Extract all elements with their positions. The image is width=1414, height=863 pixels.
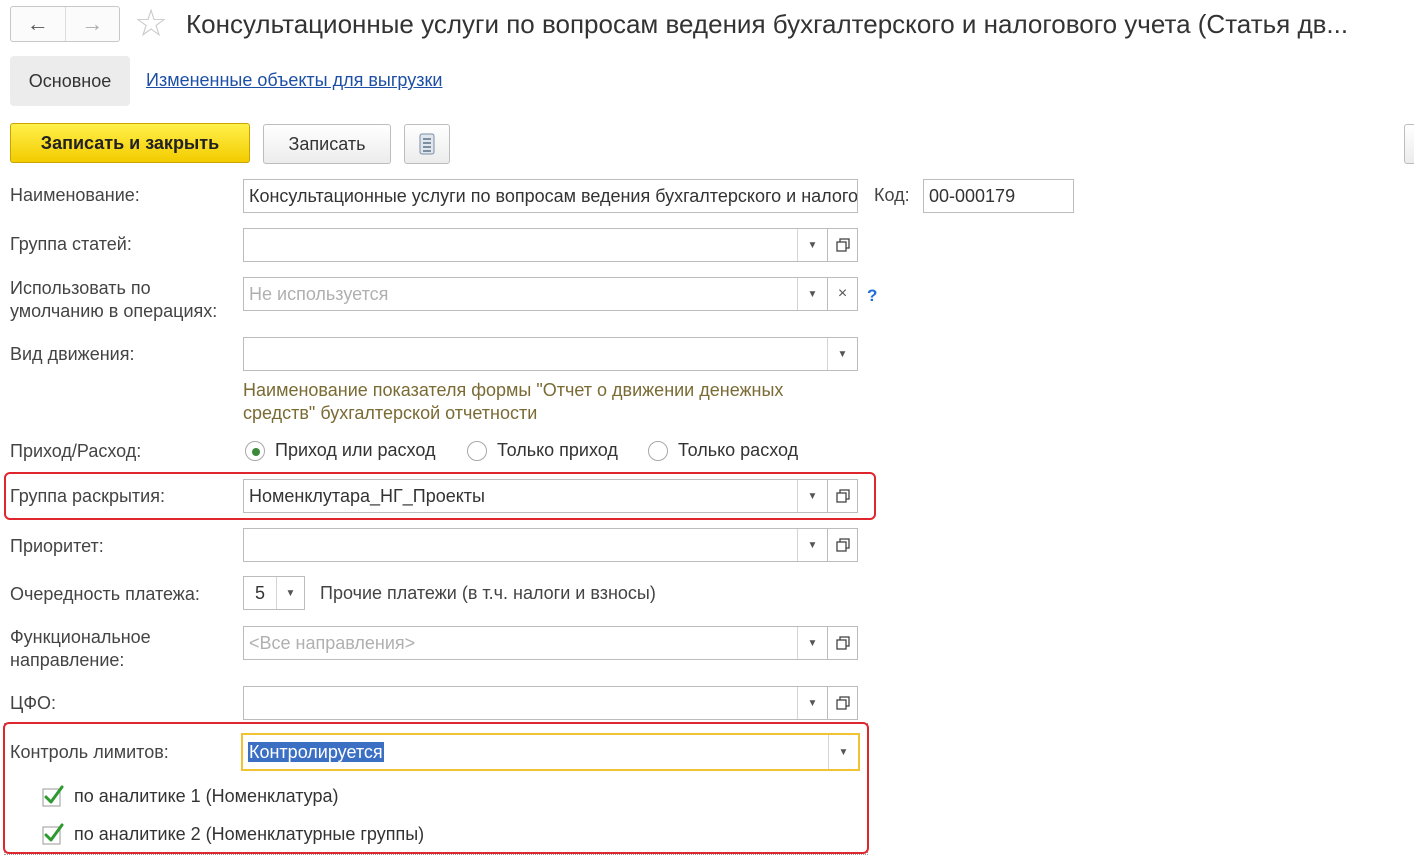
radio-selected-icon [245, 440, 265, 461]
name-label: Наименование: [10, 185, 140, 205]
default-use-placeholder: Не используется [249, 283, 389, 304]
more-actions-button[interactable] [404, 124, 450, 164]
name-field[interactable]: Консультационные услуги по вопросам веде… [243, 179, 858, 213]
chevron-down-icon[interactable]: ▼ [797, 229, 827, 261]
limits-select[interactable]: Контролируется ▼ [241, 733, 860, 771]
clear-button[interactable]: × [828, 277, 858, 311]
default-use-label-line2: умолчанию в операциях: [10, 301, 218, 321]
page-title: Консультационные услуги по вопросам веде… [186, 9, 1349, 39]
payment-order-value: 5 [254, 582, 265, 603]
check-analytics-1[interactable]: по аналитике 1 (Номенклатура) [42, 785, 338, 807]
open-form-icon [835, 696, 850, 710]
code-field-value: 00-000179 [929, 185, 1016, 206]
functional-select[interactable]: <Все направления> ▼ [243, 626, 828, 660]
movement-select[interactable]: ▼ [243, 337, 858, 371]
payment-order-label: Очередность платежа: [10, 584, 200, 604]
chevron-down-icon[interactable]: ▼ [797, 278, 827, 310]
radio-unselected-icon [648, 440, 668, 461]
chevron-down-icon[interactable]: ▼ [797, 687, 827, 719]
movement-note-line2: средств" бухгалтерской отчетности [243, 403, 538, 423]
save-button[interactable]: Записать [263, 124, 391, 164]
name-field-value: Консультационные услуги по вопросам веде… [249, 185, 857, 206]
disclosure-label: Группа раскрытия: [10, 486, 165, 506]
cfo-select[interactable]: ▼ [243, 686, 828, 720]
limits-select-value: Контролируется [243, 741, 828, 763]
default-use-select[interactable]: Не используется ▼ [243, 277, 828, 311]
right-edge-button[interactable] [1404, 124, 1414, 164]
radio-expense-only[interactable]: Только расход [648, 440, 798, 461]
tab-changed-objects-link[interactable]: Измененные объекты для выгрузки [146, 70, 442, 91]
default-use-label-line1: Использовать по [10, 278, 151, 298]
radio-income-or-expense[interactable]: Приход или расход [245, 440, 435, 461]
group-select[interactable]: ▼ [243, 228, 828, 262]
open-form-icon [835, 238, 850, 252]
priority-select[interactable]: ▼ [243, 528, 828, 562]
priority-open-button[interactable] [828, 528, 858, 562]
radio-unselected-icon [467, 440, 487, 461]
priority-label: Приоритет: [10, 536, 104, 556]
functional-label-line2: направление: [10, 650, 125, 670]
disclosure-select-value: Номенклутара_НГ_Проекты [249, 485, 485, 506]
disclosure-select[interactable]: Номенклутара_НГ_Проекты ▼ [243, 479, 828, 513]
check-analytics-2-label: по аналитике 2 (Номенклатурные группы) [74, 823, 425, 844]
navigation-buttons: ← → [10, 6, 120, 42]
check-analytics-1-label: по аналитике 1 (Номенклатура) [74, 785, 339, 806]
radio-label: Только приход [497, 440, 618, 460]
code-field[interactable]: 00-000179 [923, 179, 1074, 213]
cfo-label: ЦФО: [10, 693, 57, 713]
payment-order-select[interactable]: 5 ▼ [243, 576, 305, 610]
menu-list-icon [419, 133, 435, 155]
movement-note-line1: Наименование показателя формы "Отчет о д… [243, 380, 784, 400]
group-open-button[interactable] [828, 228, 858, 262]
open-form-icon [835, 636, 850, 650]
arrow-left-icon: ← [26, 11, 49, 36]
chevron-down-icon[interactable]: ▼ [827, 338, 857, 370]
chevron-down-icon[interactable]: ▼ [797, 529, 827, 561]
functional-open-button[interactable] [828, 626, 858, 660]
save-and-close-button[interactable]: Записать и закрыть [10, 123, 250, 163]
code-label: Код: [874, 185, 910, 205]
radio-label: Только расход [678, 440, 799, 460]
direction-label: Приход/Расход: [10, 441, 142, 461]
radio-label: Приход или расход [275, 440, 436, 460]
back-button[interactable]: ← [11, 7, 65, 41]
arrow-right-icon: → [81, 11, 104, 36]
chevron-down-icon[interactable]: ▼ [276, 577, 304, 609]
favorite-star-icon[interactable]: ☆ [134, 2, 168, 46]
radio-income-only[interactable]: Только приход [467, 440, 618, 461]
disclosure-open-button[interactable] [828, 479, 858, 513]
chevron-down-icon[interactable]: ▼ [797, 480, 827, 512]
close-icon: × [837, 285, 848, 302]
limits-label: Контроль лимитов: [10, 742, 169, 762]
open-form-icon [835, 538, 850, 552]
checkbox-checked-icon [42, 785, 64, 807]
forward-button[interactable]: → [64, 7, 120, 41]
functional-label-line1: Функциональное [10, 627, 151, 647]
limits-selected-text: Контролируется [248, 741, 384, 762]
chevron-down-icon[interactable]: ▼ [828, 735, 858, 769]
check-analytics-2[interactable]: по аналитике 2 (Номенклатурные группы) [42, 823, 424, 845]
movement-label: Вид движения: [10, 344, 135, 364]
functional-placeholder: <Все направления> [249, 632, 416, 653]
tab-main[interactable]: Основное [10, 56, 130, 106]
chevron-down-icon[interactable]: ▼ [797, 627, 827, 659]
help-icon[interactable]: ? [867, 286, 877, 306]
open-form-icon [835, 489, 850, 503]
payment-order-note: Прочие платежи (в т.ч. налоги и взносы) [320, 583, 656, 603]
group-label: Группа статей: [10, 234, 132, 254]
cfo-open-button[interactable] [828, 686, 858, 720]
checkbox-checked-icon [42, 823, 64, 845]
